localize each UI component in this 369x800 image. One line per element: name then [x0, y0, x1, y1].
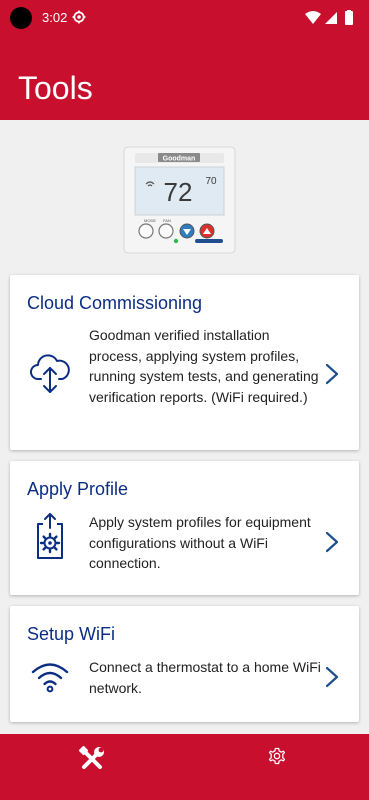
- wifi-icon: [31, 663, 69, 693]
- battery-icon: [345, 11, 353, 25]
- apply-profile-icon: [37, 513, 63, 559]
- thermostat-image: Goodman 72 70 MODE FAN: [123, 146, 236, 254]
- card-apply-profile[interactable]: Apply Profile Apply system profiles for …: [10, 461, 359, 595]
- system-status-icons: [305, 10, 353, 25]
- card-description-apply-profile: Apply system profiles for equipment conf…: [89, 514, 311, 571]
- card-description-setup-wifi: Connect a thermostat to a home WiFi netw…: [89, 659, 321, 696]
- wifi-status-icon: [305, 11, 321, 24]
- thermostat-temperature: 72: [164, 177, 193, 207]
- cloud-upload-icon: [30, 354, 70, 393]
- thermostat-setpoint: 70: [205, 176, 217, 187]
- thermostat-fan-label: FAN: [163, 218, 171, 223]
- bottom-navigation: [0, 734, 369, 800]
- chevron-right-icon: [325, 531, 339, 553]
- status-bar: 3:02: [0, 0, 369, 36]
- chevron-right-icon: [325, 363, 339, 385]
- thermostat-mode-label: MODE: [144, 218, 156, 223]
- settings-icon: [268, 747, 286, 765]
- thermostat-brand: Goodman: [163, 156, 196, 163]
- settings-notification-icon: [72, 10, 86, 24]
- card-setup-wifi[interactable]: Setup WiFi Connect a thermostat to a hom…: [10, 606, 359, 722]
- card-cloud-commissioning[interactable]: Cloud Commissioning Goodman verified ins…: [10, 275, 359, 450]
- card-description-cloud-commissioning: Goodman verified installation process, a…: [89, 327, 319, 405]
- camera-cutout: [10, 7, 32, 29]
- chevron-right-icon: [325, 666, 339, 688]
- app-header: Tools: [0, 36, 369, 120]
- signal-icon: [325, 12, 337, 24]
- tools-icon: [78, 745, 104, 769]
- page-title: Tools: [18, 70, 93, 106]
- card-title-apply-profile: Apply Profile: [27, 479, 129, 499]
- card-title-setup-wifi: Setup WiFi: [27, 624, 116, 644]
- card-title-cloud-commissioning: Cloud Commissioning: [27, 293, 203, 313]
- tab-tools[interactable]: [0, 734, 184, 800]
- status-time: 3:02: [42, 10, 68, 25]
- tools-content[interactable]: Goodman 72 70 MODE FAN Cloud Commissioni…: [0, 120, 369, 734]
- tab-settings[interactable]: [184, 734, 369, 800]
